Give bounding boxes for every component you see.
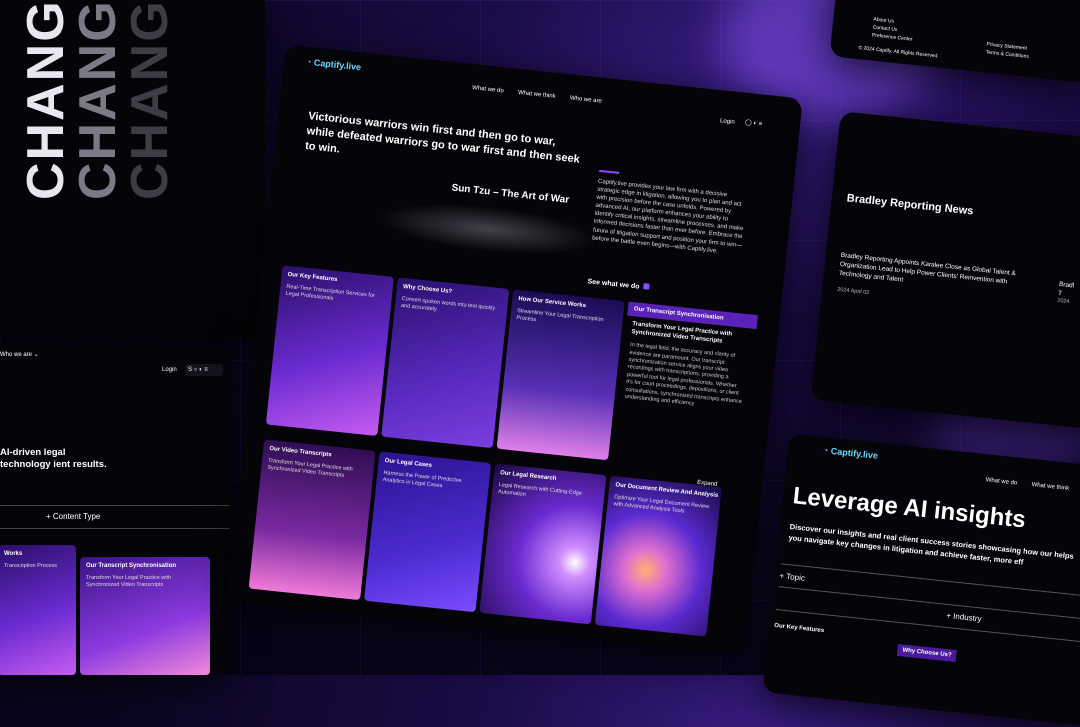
copyright: © 2024 Captify. All Rights Reserved.	[858, 45, 939, 60]
industry-filter[interactable]: + Industry	[946, 611, 982, 624]
card-title: Our Legal Research	[499, 470, 557, 483]
nav-label: Who we are	[0, 352, 33, 358]
news-item-2-date: 2024	[1056, 298, 1070, 306]
card-desc: Real-Time Transcription Services for Leg…	[285, 283, 375, 303]
card-label[interactable]: Why Choose Us?	[896, 643, 958, 663]
change-art-panel: CHANGE CHANGE CHANGE	[0, 0, 265, 338]
news-heading: Bradley Reporting News	[846, 192, 974, 218]
main-nav: What we do What we think	[985, 468, 1080, 496]
nav-what-we-do[interactable]: What we do	[985, 477, 1017, 486]
card-desc: Optimize Your Legal Document Review with…	[613, 494, 710, 516]
card-label[interactable]: Our Key Features	[774, 623, 824, 634]
arrow-icon	[643, 283, 650, 290]
cta-label: See what we do	[587, 278, 640, 291]
card-title: How Our Service Works	[518, 296, 587, 310]
see-what-we-do-link[interactable]: See what we do	[587, 277, 650, 291]
filter-divider	[778, 586, 1080, 622]
brand-name: Captify.live	[830, 445, 879, 461]
intro-text: Captify.live provides your law firm with…	[591, 178, 744, 255]
logo-icon: ◔	[305, 56, 312, 68]
change-word-stack: CHANGE CHANGE CHANGE	[17, 0, 179, 200]
nav-who-we-are[interactable]: Who we are	[570, 95, 602, 104]
filter-divider	[775, 609, 1080, 644]
filter-divider	[0, 528, 230, 529]
transcript-sync-card[interactable]: Our Transcript Synchronisation Transform…	[612, 301, 758, 475]
toolbar-icons: S ○ ◐ ≡	[185, 364, 223, 376]
main-homepage-panel: ◔ Captify.live What we do What we think …	[227, 44, 803, 656]
news-item-date: 2024 April 02	[836, 286, 870, 297]
feature-card[interactable]: Our Video Transcripts Transform Your Leg…	[248, 439, 376, 601]
feature-card[interactable]: Our Legal Cases Harness the Power of Pre…	[363, 451, 492, 613]
login-button[interactable]: Login	[720, 118, 735, 126]
card-desc: Streamline Your Legal Transcription Proc…	[515, 308, 604, 324]
quote-author: Sun Tzu – The Art of War	[451, 182, 570, 206]
login-button[interactable]: Login	[162, 367, 177, 373]
news-item-2-title[interactable]: Bradl T 2024	[1057, 280, 1075, 307]
card-title: Why Choose Us?	[402, 283, 453, 296]
feature-card[interactable]: Our Legal Research Legal Research with C…	[479, 463, 607, 625]
main-nav: What we do What we think Who we are	[472, 76, 613, 109]
change-word: CHANGE	[69, 0, 127, 200]
nav-what-we-think[interactable]: What we think	[1031, 482, 1069, 492]
topic-filter[interactable]: + Topic	[779, 571, 805, 583]
logo-icon: ◔	[822, 445, 829, 456]
nav-what-we-do[interactable]: What we do	[472, 85, 504, 94]
feature-card[interactable]: Works Transcription Process	[0, 545, 76, 675]
card-desc: Transcription Process	[4, 563, 57, 569]
card-desc: Transform Your Legal Practice with Synch…	[86, 575, 172, 589]
chevron-down-icon: ⌄	[33, 352, 39, 358]
feature-card[interactable]: Our Transcript Synchronisation Transform…	[80, 557, 210, 675]
brand-logo[interactable]: ◔ Captify.live	[822, 445, 878, 461]
card-title: Works	[4, 551, 23, 557]
card-desc: Convert spoken words into text quickly a…	[400, 295, 496, 314]
footer-links: About Us Contact Us Preference Center	[871, 16, 914, 44]
card-title: Our Transcript Synchronisation	[86, 563, 177, 569]
insights-panel: ◔ Captify.live What we do What we think …	[762, 433, 1080, 727]
accent-line	[599, 169, 620, 174]
headline: AI-driven legal technology ient results.	[0, 447, 107, 470]
brand-logo[interactable]: ◔ Captify.live	[305, 57, 361, 73]
brand-name: Captify.live	[313, 57, 362, 73]
footer-links-legal: Privacy Statement Terms & Conditions	[985, 40, 1030, 60]
insights-subtext: Discover our insights and real client su…	[788, 522, 1075, 567]
content-type-filter[interactable]: + Content Type	[46, 512, 100, 521]
card-desc: Transform Your Legal Practice with Synch…	[266, 457, 354, 480]
card-body: In the legal field, the accuracy and cla…	[624, 342, 743, 408]
news-panel: Bradley Reporting News Bradley Reporting…	[810, 111, 1080, 429]
card-desc: Harness the Power of Predictive Analytic…	[382, 469, 462, 490]
feature-card[interactable]: Our Key Features Real-Time Transcription…	[265, 265, 394, 437]
card-desc: Legal Research with Cutting-Edge Automat…	[497, 482, 583, 499]
card-title: Our Legal Cases	[384, 458, 433, 469]
toolbar-icons: ◯ ◐ ≡	[744, 119, 763, 128]
feature-card[interactable]: Why Choose Us? Convert spoken words into…	[381, 277, 510, 449]
filter-divider	[0, 505, 230, 506]
change-word: CHANGE	[121, 0, 179, 200]
hero-quote: Victorious warriors win first and then g…	[304, 110, 581, 166]
feature-card[interactable]: Our Document Review And Analysis Optimiz…	[594, 475, 722, 637]
card-title: Our Video Transcripts	[269, 445, 332, 459]
content-type-panel: Who we are ⌄ Login S ○ ◐ ≡ AI-driven leg…	[0, 345, 230, 675]
feature-card[interactable]: How Our Service Works Streamline Your Le…	[496, 289, 625, 461]
nav-link-who-we-are[interactable]: Who we are ⌄	[0, 351, 39, 358]
card-title: Our Key Features	[287, 271, 338, 284]
nav-what-we-think[interactable]: What we think	[518, 90, 556, 100]
change-word: CHANGE	[17, 0, 75, 200]
